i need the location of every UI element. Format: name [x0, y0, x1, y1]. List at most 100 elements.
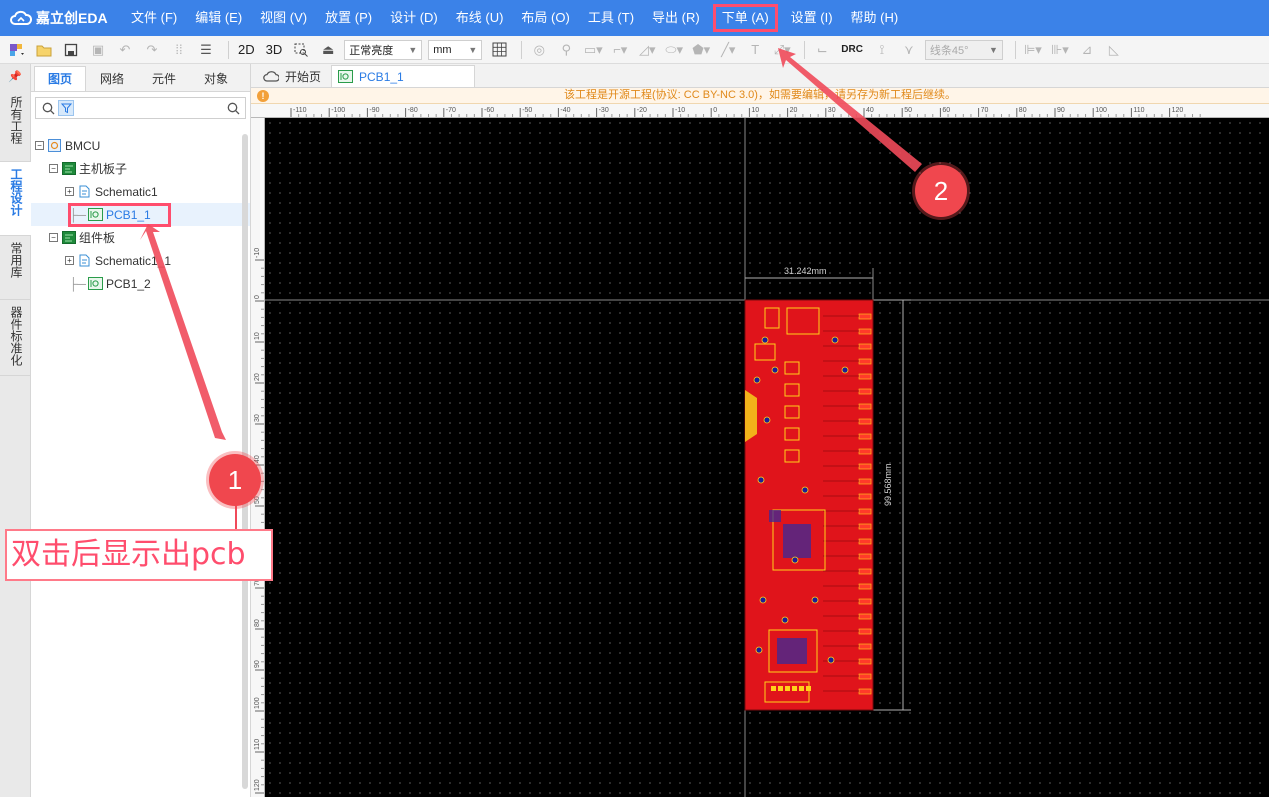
tab-nets[interactable]: 网络: [86, 67, 138, 91]
distribute-icon[interactable]: ⊪▾: [1049, 39, 1071, 61]
track-icon[interactable]: ⌐▾: [609, 39, 631, 61]
new-file-icon[interactable]: [6, 39, 28, 61]
menu-tools[interactable]: 工具 (T): [579, 0, 643, 36]
header-pad: [778, 686, 783, 691]
find-icon[interactable]: ☰: [195, 39, 217, 61]
grid-select-icon[interactable]: ⁞⁞: [168, 39, 190, 61]
ruler-label: 40: [866, 107, 874, 114]
brightness-value: 正常亮度: [349, 44, 394, 57]
layer-icon[interactable]: ⏏: [317, 39, 339, 61]
menu-place[interactable]: 放置 (P): [316, 0, 381, 36]
menu-file[interactable]: 文件 (F): [122, 0, 186, 36]
app-logo-text: 嘉立创EDA: [36, 10, 108, 26]
tree-node-pcb[interactable]: ├─ PCB1_1: [31, 203, 250, 227]
edge-pad: [858, 343, 872, 350]
pad-icon[interactable]: ◎: [528, 39, 550, 61]
schematic-icon: [77, 185, 92, 198]
expand-icon[interactable]: +: [65, 187, 74, 196]
text-icon[interactable]: T: [744, 39, 766, 61]
tree-node-pcb[interactable]: ├─ PCB1_2: [31, 272, 250, 295]
menu-edit[interactable]: 编辑 (E): [186, 0, 251, 36]
collapse-icon[interactable]: −: [35, 141, 44, 150]
ruler-label: -10: [254, 248, 261, 258]
via: [753, 376, 761, 384]
menu-layout[interactable]: 布局 (O): [512, 0, 578, 36]
line-mode-select[interactable]: 线条45° ▼: [924, 39, 1003, 60]
tab-start-page[interactable]: 开始页: [257, 65, 331, 87]
menu-export[interactable]: 导出 (R): [643, 0, 709, 36]
tree-node-board[interactable]: − 主机板子: [31, 157, 250, 180]
menu-settings[interactable]: 设置 (I): [782, 0, 842, 36]
line-icon[interactable]: ╱▾: [717, 39, 739, 61]
tree-label: 主机板子: [79, 162, 128, 176]
drc-button[interactable]: DRC: [838, 39, 866, 61]
expand-icon[interactable]: +: [65, 256, 74, 265]
side-tab-label: 所有工程: [9, 96, 23, 144]
menu-route[interactable]: 布线 (U): [447, 0, 513, 36]
polygon-icon[interactable]: ◿▾: [636, 39, 658, 61]
side-tab-common-library[interactable]: 常用库: [0, 236, 31, 300]
shape-icon[interactable]: ⬟▾: [690, 39, 712, 61]
menu-order[interactable]: 下单 (A): [712, 4, 778, 32]
pcb-board[interactable]: [744, 299, 874, 711]
view-3d-button[interactable]: 3D: [263, 39, 286, 61]
open-folder-icon[interactable]: [33, 39, 55, 61]
tab-components[interactable]: 元件: [138, 67, 190, 91]
pin-icon[interactable]: 📌: [0, 64, 30, 90]
ruler-label: -50: [522, 107, 532, 114]
side-tab-component-standard[interactable]: 器件标准化: [0, 300, 31, 376]
save-all-icon[interactable]: ▣: [87, 39, 109, 61]
via: [801, 486, 809, 494]
ruler-label: 10: [751, 107, 759, 114]
mirror-v-icon[interactable]: ◺: [1103, 39, 1125, 61]
ruler-label: 30: [828, 107, 836, 114]
edge-pad: [858, 508, 872, 515]
side-tab-all-projects[interactable]: 所有工程: [0, 90, 31, 162]
zoom-fit-icon[interactable]: [290, 39, 312, 61]
measure-icon[interactable]: ⤢▾: [771, 39, 793, 61]
search-submit-icon[interactable]: [225, 100, 241, 116]
tree-search-box[interactable]: [35, 97, 246, 119]
unroute-icon[interactable]: ⋎: [898, 39, 920, 61]
align-icon[interactable]: ⊫▾: [1022, 39, 1044, 61]
ruler-label: 0: [713, 107, 717, 114]
filter-icon[interactable]: [58, 100, 74, 116]
ellipse-icon[interactable]: ⬭▾: [663, 39, 685, 61]
tree-node-schematic[interactable]: + Schematic1_1: [31, 249, 250, 272]
tab-pages[interactable]: 图页: [34, 66, 86, 91]
edge-pad: [858, 598, 872, 605]
via-icon[interactable]: ⌙: [811, 39, 833, 61]
undo-icon[interactable]: ↶: [114, 39, 136, 61]
tree-node-schematic[interactable]: + Schematic1: [31, 180, 250, 203]
app-logo[interactable]: 嘉立创EDA: [0, 0, 122, 36]
brightness-select[interactable]: 正常亮度 ▼: [344, 39, 423, 60]
width-dimension-label: 31.242mm: [784, 266, 827, 276]
ruler-label: 90: [254, 660, 261, 668]
probe-icon[interactable]: ⚲: [555, 39, 577, 61]
route-icon[interactable]: ⟟: [871, 39, 893, 61]
save-icon[interactable]: [60, 39, 82, 61]
license-notice-text: 该工程是开源工程(协议: CC BY-NC 3.0)，如需要编辑，请另存为新工程…: [564, 89, 956, 101]
menu-design[interactable]: 设计 (D): [381, 0, 447, 36]
grid-icon[interactable]: [488, 39, 510, 61]
menu-view[interactable]: 视图 (V): [251, 0, 316, 36]
side-tab-project-design[interactable]: 工程设计: [0, 162, 31, 236]
tab-pcb[interactable]: PCB1_1: [331, 65, 476, 87]
vertical-ruler-scale: -100102030405060708090100110120: [254, 248, 264, 794]
view-2d-button[interactable]: 2D: [235, 39, 258, 61]
pcb-canvas[interactable]: 31.242mm 99.568mm: [265, 118, 1269, 797]
tab-objects[interactable]: 对象: [190, 67, 242, 91]
edge-pad: [858, 673, 872, 680]
redo-icon[interactable]: ↷: [141, 39, 163, 61]
menu-help[interactable]: 帮助 (H): [842, 0, 908, 36]
mirror-h-icon[interactable]: ⊿: [1076, 39, 1098, 61]
unit-select[interactable]: mm ▼: [428, 39, 483, 60]
collapse-icon[interactable]: −: [49, 164, 58, 173]
ruler-label: -110: [293, 107, 307, 114]
collapse-icon[interactable]: −: [49, 233, 58, 242]
tree-node-project[interactable]: − BMCU: [31, 134, 250, 157]
search-icon[interactable]: [40, 100, 56, 116]
board-outline-icon[interactable]: ▭▾: [582, 39, 604, 61]
unit-value: mm: [433, 43, 452, 56]
tree-node-board[interactable]: − 组件板: [31, 226, 250, 249]
